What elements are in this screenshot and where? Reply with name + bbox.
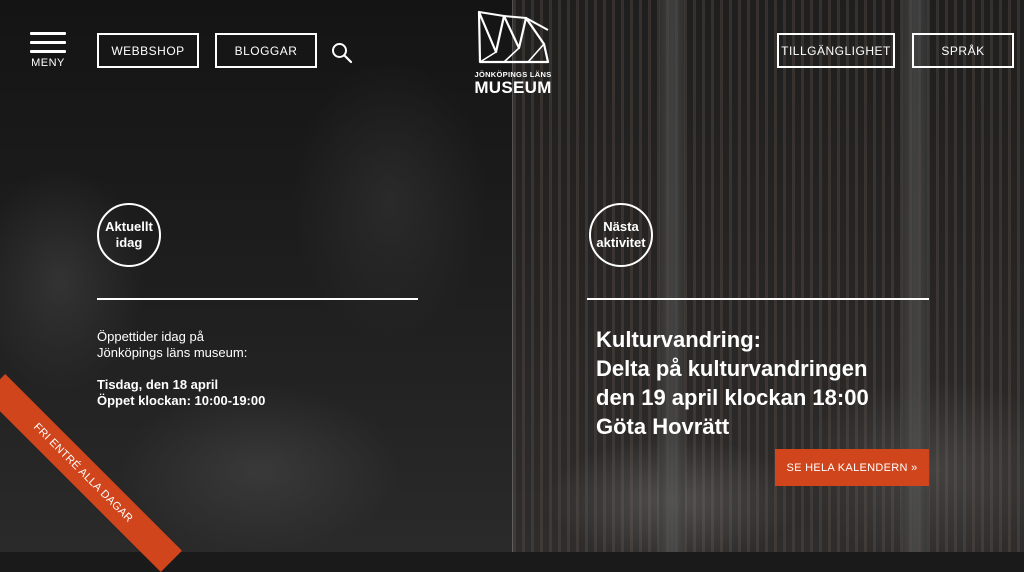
- tillganglighet-button[interactable]: TILLGÄNGLIGHET: [777, 33, 895, 68]
- hamburger-icon: [30, 32, 66, 35]
- next-event-title[interactable]: Kulturvandring: Delta på kulturvandringe…: [596, 325, 869, 441]
- sprak-button[interactable]: SPRÅK: [912, 33, 1014, 68]
- hamburger-icon-bar: [30, 41, 66, 44]
- hamburger-icon-bar: [30, 50, 66, 53]
- nasta-aktivitet-badge: Nästa aktivitet: [589, 203, 653, 267]
- right-divider-line: [587, 298, 929, 300]
- event-line: Delta på kulturvandringen: [596, 356, 868, 381]
- museum-logo[interactable]: JÖNKÖPINGS LÄNS MUSEUM: [470, 8, 556, 98]
- event-line: den 19 april klockan 18:00: [596, 385, 869, 410]
- logo-title: MUSEUM: [474, 78, 552, 97]
- opening-hours: Öppet klockan: 10:00-19:00: [97, 393, 266, 408]
- opening-hours-info: Öppettider idag på Jönköpings läns museu…: [97, 329, 267, 409]
- menu-label: MENY: [31, 57, 65, 69]
- bloggar-button[interactable]: BLOGGAR: [215, 33, 317, 68]
- search-icon[interactable]: [331, 42, 353, 64]
- event-line: Kulturvandring:: [596, 327, 761, 352]
- background-pillar: [659, 0, 685, 552]
- left-divider-line: [97, 298, 418, 300]
- opening-date: Tisdag, den 18 april: [97, 377, 219, 392]
- menu-button[interactable]: MENY: [30, 32, 66, 69]
- logo-mark-icon: [477, 10, 550, 64]
- webbshop-button[interactable]: WEBBSHOP: [97, 33, 199, 68]
- opening-hours-intro: Öppettider idag på Jönköpings läns museu…: [97, 329, 248, 360]
- see-calendar-button[interactable]: SE HELA KALENDERN »: [775, 449, 929, 486]
- right-hero-background: [513, 0, 1024, 552]
- aktuellt-idag-badge: Aktuellt idag: [97, 203, 161, 267]
- event-line: Göta Hovrätt: [596, 414, 730, 439]
